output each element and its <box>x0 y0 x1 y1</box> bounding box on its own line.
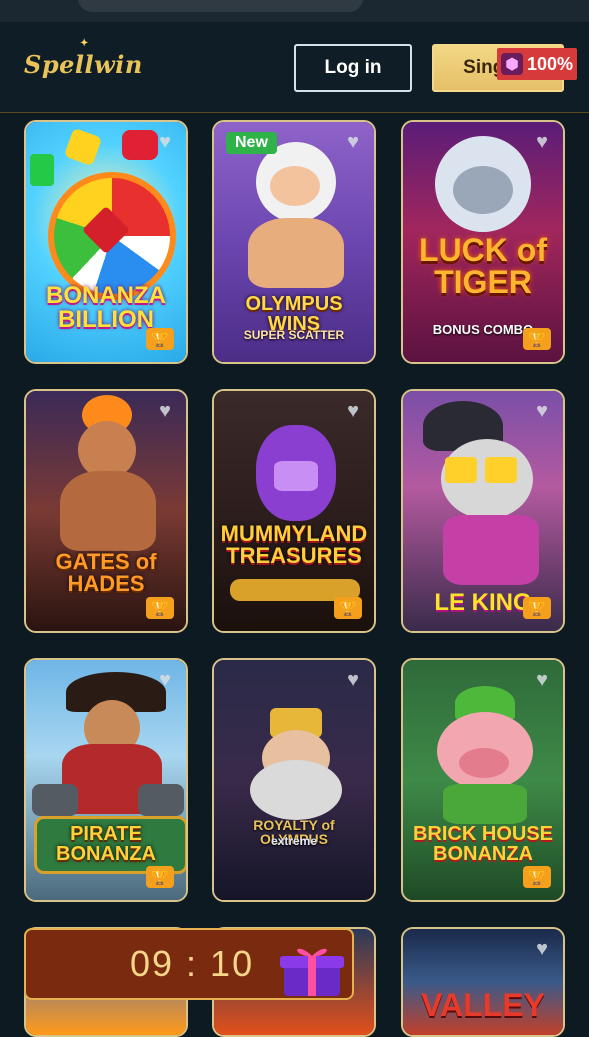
game-card-pirate-bonanza[interactable]: PIRATE BONANZA ♥ 🏆 <box>24 658 188 902</box>
gift-box-icon[interactable] <box>276 942 348 998</box>
game-card-luck-of-tiger[interactable]: LUCK of TIGER BONUS COMBO ♥ 🏆 <box>401 120 565 364</box>
sparkle-icon: ✦ <box>80 38 89 49</box>
game-card-olympus-wins[interactable]: New OLYMPUS WINS SUPER SCATTER ♥ <box>212 120 376 364</box>
game-title: MUMMYLAND TREASURES <box>220 521 368 568</box>
logo-text: Spellwin <box>24 50 143 79</box>
site-header: Spellwin ✦ Log in Sing up ⬢ 100% <box>0 22 589 113</box>
trophy-icon: 🏆 <box>523 328 551 350</box>
game-card-gates-of-hades[interactable]: GATES of HADES ♥ 🏆 <box>24 389 188 633</box>
game-title: VALLEY <box>421 987 545 1023</box>
heart-icon[interactable]: ♥ <box>531 401 553 421</box>
login-button[interactable]: Log in <box>294 44 412 92</box>
heart-icon[interactable]: ♥ <box>531 132 553 152</box>
game-title: LUCK of TIGER <box>419 232 547 300</box>
heart-icon[interactable]: ♥ <box>342 401 364 421</box>
heart-icon[interactable]: ♥ <box>154 401 176 421</box>
trophy-icon: 🏆 <box>146 328 174 350</box>
game-card-valley[interactable]: VALLEY ♥ <box>401 927 565 1037</box>
game-card-royalty-of-olympus[interactable]: ROYALTY of OLYMPUS extreme ♥ <box>212 658 376 902</box>
game-title: GATES of HADES <box>55 549 157 596</box>
heart-icon[interactable]: ♥ <box>154 670 176 690</box>
game-subtitle: SUPER SCATTER <box>243 328 345 342</box>
game-card-bonanza-billion[interactable]: BONANZA BILLION ♥ 🏆 <box>24 120 188 364</box>
spellwin-logo[interactable]: Spellwin ✦ <box>24 38 143 79</box>
heart-icon[interactable]: ♥ <box>154 132 176 152</box>
heart-icon[interactable]: ♥ <box>342 670 364 690</box>
url-bar[interactable] <box>78 0 363 12</box>
trophy-icon: 🏆 <box>146 597 174 619</box>
game-card-brick-house-bonanza[interactable]: BRICK HOUSE BONANZA ♥ 🏆 <box>401 658 565 902</box>
timer-value: 09 : 10 <box>130 943 255 984</box>
game-title: PIRATE BONANZA <box>56 823 156 865</box>
dice-icon: ⬢ <box>501 53 523 75</box>
heart-icon[interactable]: ♥ <box>531 939 553 959</box>
promo-badge-text: 100% <box>527 53 574 74</box>
heart-icon[interactable]: ♥ <box>342 132 364 152</box>
trophy-icon: 🏆 <box>523 597 551 619</box>
trophy-icon: 🏆 <box>523 866 551 888</box>
game-title: BONANZA BILLION <box>46 282 166 333</box>
new-tag: New <box>226 132 277 154</box>
game-title: BRICK HOUSE BONANZA <box>412 823 553 865</box>
promo-badge[interactable]: ⬢ 100% <box>497 48 577 80</box>
heart-icon[interactable]: ♥ <box>531 670 553 690</box>
game-card-le-king[interactable]: LE KING ♥ 🏆 <box>401 389 565 633</box>
status-bar <box>0 0 589 22</box>
trophy-icon: 🏆 <box>146 866 174 888</box>
trophy-icon: 🏆 <box>334 597 362 619</box>
game-subtitle: extreme <box>270 834 318 848</box>
game-card-mummyland-treasures[interactable]: MUMMYLAND TREASURES ♥ 🏆 <box>212 389 376 633</box>
